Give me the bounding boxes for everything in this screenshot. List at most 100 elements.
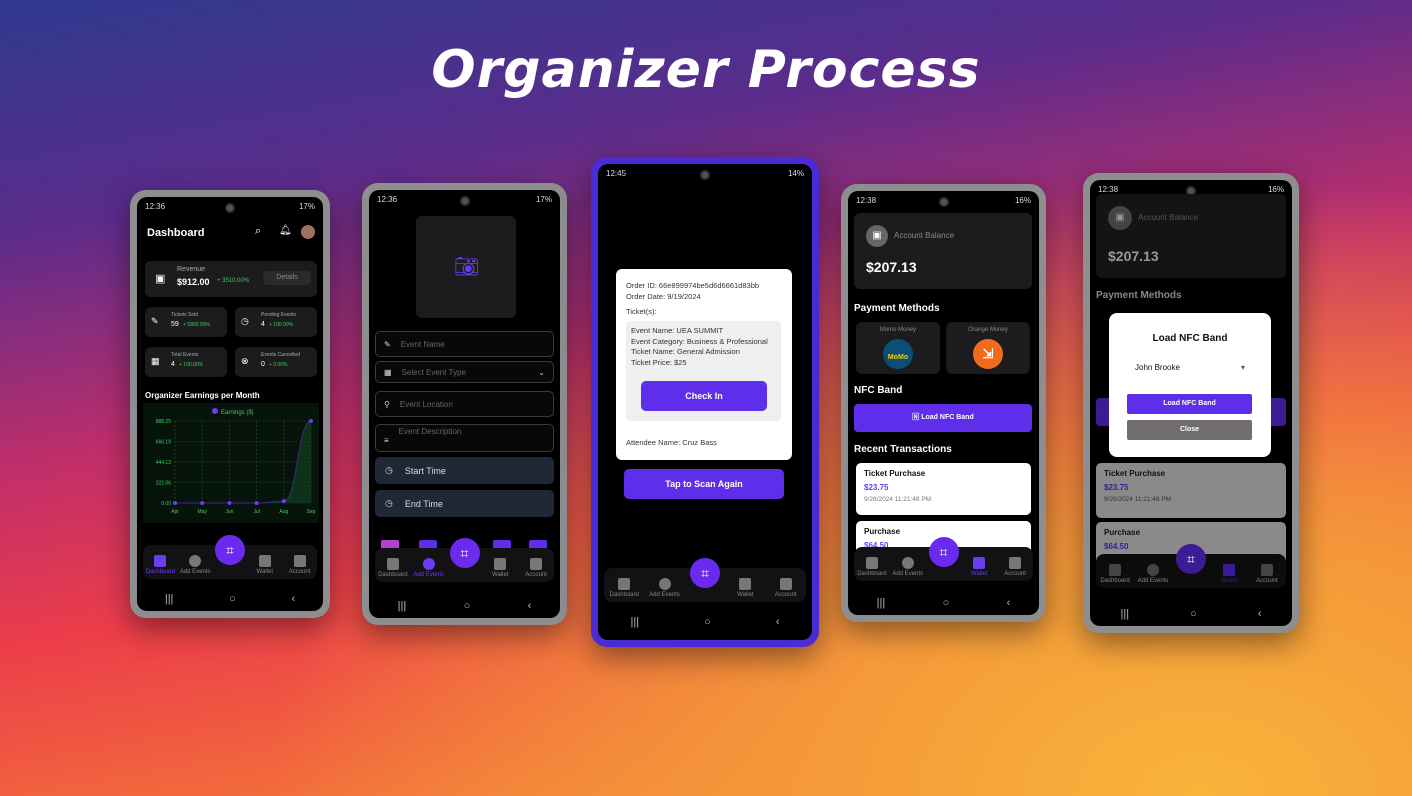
- search-icon[interactable]: ⌕: [255, 225, 261, 238]
- momo-money-option[interactable]: Momo Money MoMo: [856, 322, 940, 374]
- nav-add-events[interactable]: Add Events: [179, 555, 211, 575]
- nav-dashboard[interactable]: Dashboard: [856, 557, 888, 577]
- earnings-chart: Earnings ($) 0.00 222.06 444.13 666.19 888.25…: [143, 403, 319, 523]
- data-point: [281, 499, 286, 504]
- load-nfc-button[interactable]: 🄽 Load NFC Band: [854, 404, 1032, 432]
- y-tick-label: 888.25: [156, 419, 172, 425]
- status-battery: 16%: [1267, 185, 1284, 194]
- stat-card: ◷ Pending Events 4 + 100.00%: [235, 307, 317, 337]
- event-type-select[interactable]: ▦ Select Event Type ⌄: [375, 361, 554, 383]
- nfc-icon: 🄽: [912, 414, 922, 421]
- back-icon[interactable]: ‹: [1007, 597, 1011, 609]
- home-icon[interactable]: ○: [943, 597, 950, 609]
- stat-change: + 100.00%: [269, 322, 294, 328]
- revenue-label: Revenue: [177, 266, 206, 273]
- status-time: 12:38: [856, 196, 877, 205]
- money-icon: ▣: [155, 273, 166, 285]
- home-icon[interactable]: ○: [1190, 608, 1197, 620]
- nav-account[interactable]: Account: [520, 558, 552, 578]
- attendee-name: Attendee Name: Cruz Bass: [626, 438, 717, 447]
- nav-dashboard[interactable]: Dashboard: [144, 555, 176, 575]
- nav-add-events[interactable]: Add Events: [892, 557, 924, 577]
- wallet-icon: ▣: [866, 225, 888, 247]
- nav-account[interactable]: Account: [1251, 564, 1283, 584]
- camera-upload-icon: 📷︎: [454, 256, 480, 278]
- nav-account[interactable]: Account: [770, 578, 802, 598]
- text-lines-icon: ≡: [384, 436, 389, 445]
- home-icon[interactable]: ○: [229, 593, 236, 605]
- recents-icon[interactable]: |||: [1121, 608, 1130, 620]
- home-icon[interactable]: ○: [704, 616, 711, 628]
- recents-icon[interactable]: |||: [398, 600, 407, 612]
- location-pin-icon: ⚲: [384, 399, 390, 409]
- stat-value: 4: [261, 321, 265, 328]
- revenue-card: ▣ Revenue $912.00 + 3510.00% Details: [145, 261, 317, 297]
- event-image-picker[interactable]: 📷︎: [416, 216, 516, 318]
- data-point: [173, 501, 177, 505]
- end-time-button[interactable]: ◷ End Time: [375, 490, 554, 517]
- stat-label: Total Events: [171, 352, 199, 358]
- nav-wallet[interactable]: Wallet: [249, 555, 281, 575]
- dialog-close-button[interactable]: Close: [1127, 420, 1252, 440]
- status-battery: 17%: [298, 202, 315, 211]
- nav-wallet[interactable]: Wallet: [484, 558, 516, 578]
- details-button[interactable]: Details: [263, 271, 311, 285]
- bell-icon[interactable]: 🔔︎: [279, 225, 292, 236]
- order-card: Order ID: 66e899974be5d6d6661d83bb Order…: [616, 269, 792, 460]
- home-icon[interactable]: ○: [464, 600, 471, 612]
- phone-add-event: 12:36 17% 📷︎ ✎ Event Name ▦ Select Event Ty…: [362, 183, 567, 625]
- nav-add-events[interactable]: Add Events: [413, 558, 445, 578]
- phone-check-in: 12:45 14% Order ID: 66e899974be5d6d6661d8…: [591, 157, 819, 647]
- attendee-select[interactable]: John Brooke ▾: [1135, 363, 1245, 372]
- nav-wallet[interactable]: Wallet: [729, 578, 761, 598]
- scan-qr-button[interactable]: ⌗: [449, 538, 480, 568]
- nav-add-events[interactable]: Add Events: [1137, 564, 1169, 584]
- payment-methods-heading: Payment Methods: [1096, 290, 1182, 301]
- check-in-button[interactable]: Check In: [641, 381, 767, 411]
- stat-value: 59: [171, 321, 179, 328]
- nav-dashboard[interactable]: Dashboard: [608, 578, 640, 598]
- back-icon[interactable]: ‹: [1258, 608, 1262, 620]
- method-label: Momo Money: [879, 327, 917, 333]
- scan-qr-button[interactable]: ⌗: [215, 535, 245, 565]
- event-name-input[interactable]: ✎ Event Name: [375, 331, 554, 357]
- orange-money-option[interactable]: Orange Money ⇲: [946, 322, 1030, 374]
- nav-add-events[interactable]: Add Events: [649, 578, 681, 598]
- x-tick-label: May: [197, 509, 207, 515]
- status-battery: 16%: [1014, 196, 1031, 205]
- status-time: 12:38: [1098, 185, 1119, 194]
- balance-label: Account Balance: [1138, 213, 1199, 222]
- start-time-button[interactable]: ◷ Start Time: [375, 457, 554, 484]
- transaction-item[interactable]: Ticket Purchase $23.75 9/26/2024 11:21:4…: [856, 463, 1031, 515]
- nav-wallet[interactable]: Wallet: [1213, 564, 1245, 584]
- status-time: 12:45: [606, 169, 627, 178]
- nav-dashboard[interactable]: Dashboard: [377, 558, 409, 578]
- dialog-load-button[interactable]: Load NFC Band: [1127, 394, 1252, 414]
- nav-wallet[interactable]: Wallet: [963, 557, 995, 577]
- stat-value: 0: [261, 361, 265, 368]
- y-tick-label: 666.19: [156, 439, 172, 445]
- scan-qr-button[interactable]: ⌗: [690, 558, 720, 588]
- scan-qr-button[interactable]: ⌗: [928, 537, 959, 567]
- recents-icon[interactable]: |||: [631, 616, 640, 628]
- avatar[interactable]: [301, 225, 315, 239]
- calendar-icon: ▦: [151, 356, 160, 366]
- tickets-label: Ticket(s):: [626, 307, 657, 316]
- nav-account[interactable]: Account: [999, 557, 1031, 577]
- back-icon[interactable]: ‹: [291, 593, 295, 605]
- status-time: 12:36: [377, 195, 398, 204]
- nfc-heading: NFC Band: [854, 385, 903, 396]
- scan-qr-button[interactable]: ⌗: [1176, 544, 1206, 574]
- event-description-input[interactable]: ≡ Event Description: [375, 424, 554, 452]
- event-location-input[interactable]: ⚲ Event Location: [375, 391, 554, 417]
- back-icon[interactable]: ‹: [528, 600, 532, 612]
- legend-label: Earnings ($): [221, 410, 254, 416]
- nav-account[interactable]: Account: [284, 555, 316, 575]
- stat-change: + 100.00%: [179, 362, 204, 368]
- recents-icon[interactable]: |||: [165, 593, 174, 605]
- recents-icon[interactable]: |||: [877, 597, 886, 609]
- scan-again-button[interactable]: Tap to Scan Again: [624, 469, 784, 499]
- nav-dashboard[interactable]: Dashboard: [1099, 564, 1131, 584]
- y-tick-label: 444.13: [156, 460, 172, 466]
- back-icon[interactable]: ‹: [776, 616, 780, 628]
